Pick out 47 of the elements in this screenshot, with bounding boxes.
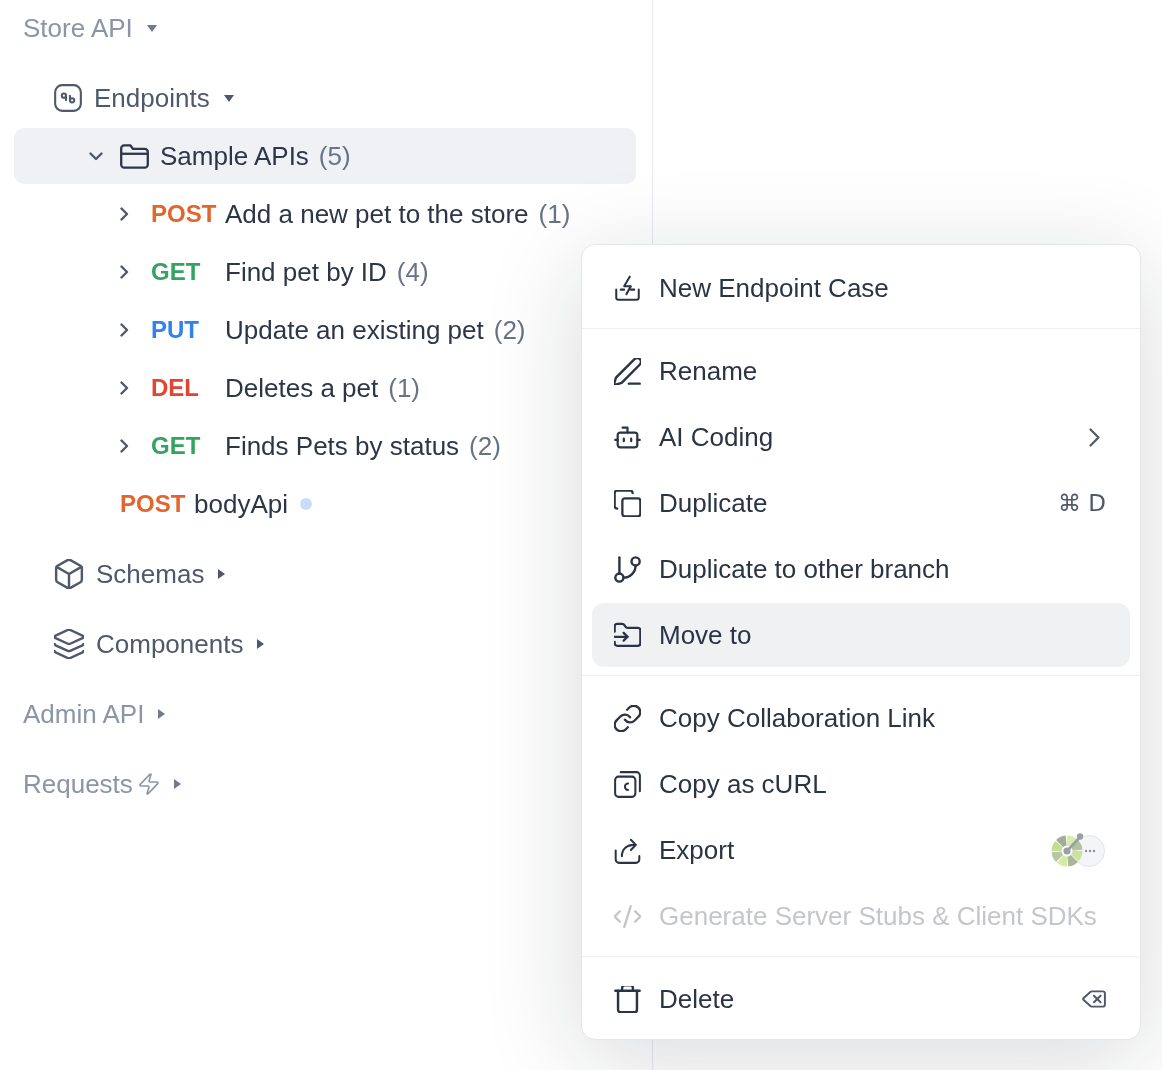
http-method: GET [151,258,202,286]
caret-down-icon[interactable] [223,94,234,102]
folder-item[interactable]: Sample APIs (5) [14,128,636,184]
item-count: (1) [388,372,420,404]
branch-icon [614,555,641,583]
chevron-right-icon [1089,427,1100,447]
item-count: (5) [318,140,351,172]
caret-right-icon[interactable] [158,709,166,719]
endpoint-item[interactable]: POST Add a new pet to the store (1) [14,186,636,242]
http-method: GET [151,432,202,460]
caret-right-icon[interactable] [257,639,265,649]
chevron-right-icon[interactable] [120,207,129,221]
item-count: (1) [538,198,571,230]
layers-icon [54,629,84,659]
caret-right-icon[interactable] [173,779,181,789]
menu-item[interactable]: Delete [592,967,1130,1031]
item-count: (2) [493,314,526,346]
chevron-right-icon[interactable] [120,381,129,395]
pen-icon [614,357,641,385]
folder-icon [120,143,149,169]
copy-c-icon [614,770,641,798]
menu-item[interactable]: Move to [592,603,1130,667]
chevron-right-icon[interactable] [120,439,129,453]
backspace-icon [1082,987,1106,1011]
bolt-icon [137,773,160,795]
menu-item[interactable]: Export [592,818,1130,882]
cube-icon [54,559,84,589]
http-method: POST [120,490,187,518]
trash-icon [614,985,641,1013]
http-method: PUT [151,316,200,344]
http-method: DEL [151,374,200,402]
bolt-tray-icon [614,274,641,302]
wheel-logo-icon [1050,832,1106,868]
chevron-right-icon[interactable] [120,323,129,337]
link-icon [614,704,641,732]
chevron-right-icon[interactable] [120,265,129,279]
keyboard-shortcut: ⌘ D [1057,490,1106,516]
http-method: POST [151,200,218,228]
item-count: (4) [396,256,429,288]
caret-right-icon[interactable] [218,569,226,579]
tree-group[interactable]: Endpoints [14,70,636,126]
caret-down-icon[interactable] [146,24,157,32]
item-count: (2) [469,430,501,462]
copy-icon [614,489,641,517]
chevron-down-icon[interactable] [89,151,103,161]
api-face-icon [54,84,82,112]
code-icon [614,902,641,930]
